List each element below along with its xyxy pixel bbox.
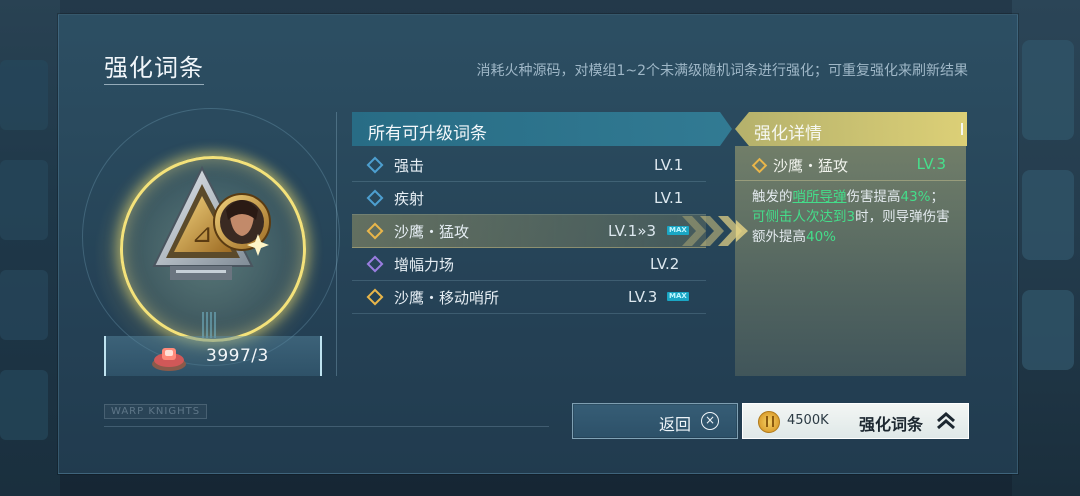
desc-highlight: 40%	[806, 229, 837, 245]
resource-counter: 3997/3	[104, 336, 322, 376]
watermark-line	[104, 426, 549, 427]
diamond-icon	[366, 189, 384, 207]
desc-text: 伤害提高	[846, 189, 901, 205]
page-title: 强化词条	[104, 54, 204, 82]
list-item-level: LV.1»3	[608, 222, 657, 240]
list-item-level: LV.3	[628, 288, 658, 306]
list-item[interactable]: 强击 LV.1	[352, 148, 706, 182]
background-right	[1012, 0, 1080, 496]
list-item-name: 疾射	[394, 190, 425, 208]
desc-text: 触发的	[752, 189, 793, 205]
desc-text: ；	[930, 189, 945, 205]
watermark-text: WARP KNIGHTS	[104, 404, 208, 419]
list-item-selected[interactable]: 沙鹰・猛攻 LV.1»3 MAX	[352, 214, 706, 248]
list-item-name: 沙鹰・移动哨所	[394, 289, 500, 307]
upgrade-button-label: 强化词条	[859, 415, 924, 434]
detail-header-label: 强化详情	[754, 124, 822, 144]
desc-highlight: 可侧击人次达到3	[752, 209, 856, 225]
list-item-name: 沙鹰・猛攻	[394, 223, 470, 241]
list-item[interactable]: 疾射 LV.1	[352, 181, 706, 215]
module-emblem-icon: ⊿	[152, 165, 271, 280]
list-item-level: LV.1	[654, 156, 684, 174]
back-button-label: 返回	[659, 415, 692, 434]
double-chevron-up-icon	[937, 412, 955, 430]
detail-description: 触发的哨所导弹伤害提高43%；可侧击人次达到3时，则导弹伤害额外提高40%	[752, 187, 952, 247]
back-button[interactable]: 返回 ×	[572, 403, 738, 439]
background-left	[0, 0, 60, 496]
page-subtitle: 消耗火种源码，对模组1~2个未满级随机词条进行强化；可重复强化来刷新结果	[476, 63, 968, 79]
detail-entry-name: 沙鹰・猛攻	[773, 157, 849, 175]
detail-entry-level: LV.3	[916, 155, 946, 173]
diamond-icon	[366, 156, 384, 174]
close-icon: ×	[701, 412, 719, 430]
diamond-icon	[366, 288, 384, 306]
max-badge: MAX	[667, 292, 689, 301]
upgrade-cost: 4500K	[787, 413, 829, 428]
list-header-label: 所有可升级词条	[368, 124, 487, 144]
svg-text:⊿: ⊿	[191, 219, 213, 249]
upgrade-button[interactable]: 4500K 强化词条	[742, 403, 969, 439]
desc-highlight: 43%	[900, 189, 931, 205]
upgradable-list-header: 所有可升级词条	[352, 112, 732, 146]
list-item-name: 增幅力场	[394, 256, 455, 274]
diamond-icon	[366, 222, 384, 240]
title-underline	[104, 84, 204, 85]
resource-count: 3997/3	[206, 346, 269, 366]
list-item-name: 强击	[394, 157, 425, 175]
diamond-icon	[366, 255, 384, 273]
list-item[interactable]: 增幅力场 LV.2	[352, 247, 706, 281]
detail-entry: 沙鹰・猛攻 LV.3	[735, 150, 966, 181]
list-item-level: LV.2	[650, 255, 680, 273]
list-item[interactable]: 沙鹰・移动哨所 LV.3 MAX	[352, 280, 706, 314]
gem-icon	[152, 348, 186, 371]
header-mark	[961, 123, 963, 135]
emblem-connector	[202, 312, 218, 338]
desc-highlight: 哨所导弹	[792, 189, 847, 205]
left-divider	[336, 112, 337, 376]
list-item-level: LV.1	[654, 189, 684, 207]
detail-header: 强化详情	[735, 112, 967, 146]
coin-icon	[758, 411, 780, 433]
diamond-icon	[751, 157, 768, 174]
